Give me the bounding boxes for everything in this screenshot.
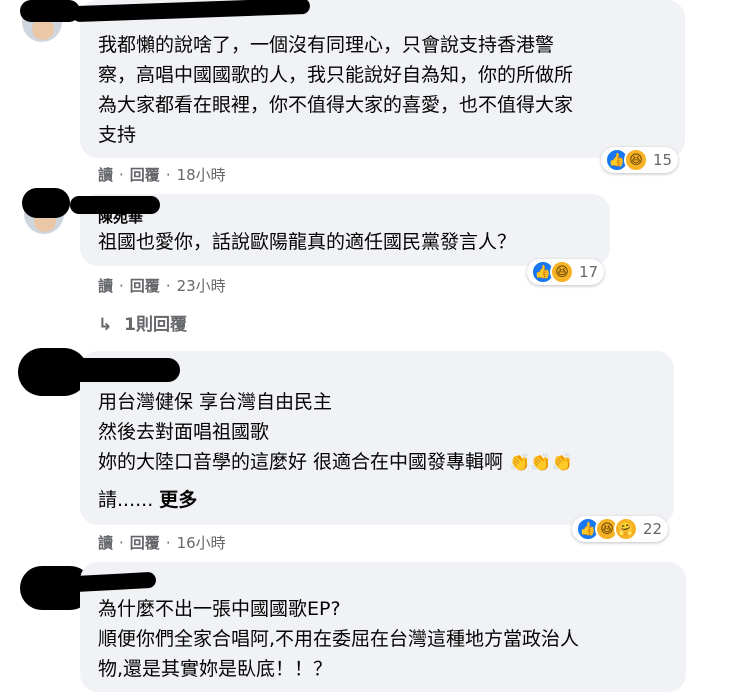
reaction-count: 22 xyxy=(643,520,663,538)
comment-actions: 讀 · 回覆 · 23小時 xyxy=(98,275,226,296)
comment-text-line: 察，高唱中國國歌的人，我只能說好自為知，你的所做所 xyxy=(98,64,574,86)
comment-text-line: 請...... 更多 xyxy=(98,485,197,515)
comment-text-line: 妳的大陸口音學的這麼好 很適合在中國發專輯啊 👏👏👏 xyxy=(98,447,573,478)
redaction-mark xyxy=(60,358,180,382)
comment-text-line: 物,還是其實妳是臥底！！？ xyxy=(98,658,333,680)
reaction-summary[interactable]: 👍 😆 15 xyxy=(601,147,679,173)
care-icon: 🤗 xyxy=(614,517,638,541)
separator: · xyxy=(119,277,124,295)
comment-text-line: 我都懶的說啥了，一個沒有同理心，只會說支持香港警 xyxy=(98,34,555,56)
clap-icon: 👏 xyxy=(551,453,573,473)
separator: · xyxy=(165,166,171,184)
separator: · xyxy=(119,534,124,552)
comment-text-line: 為什麼不出一張中國國歌EP? xyxy=(98,598,341,620)
clap-icon: 👏 xyxy=(509,453,531,473)
timestamp[interactable]: 16小時 xyxy=(177,534,226,552)
comment-text-line: 然後去對面唱祖國歌 xyxy=(98,421,270,443)
clap-icon: 👏 xyxy=(530,453,552,473)
comment-actions: 讀 · 回覆 · 16小時 xyxy=(98,532,226,553)
haha-icon: 😆 xyxy=(550,260,574,284)
reaction-summary[interactable]: 👍 😆 🤗 22 xyxy=(572,516,669,542)
reply-button[interactable]: 回覆 xyxy=(130,166,160,184)
read-button[interactable]: 讀 xyxy=(98,534,113,552)
reaction-count: 17 xyxy=(579,263,599,281)
view-replies-link[interactable]: ↳ 1則回覆 xyxy=(98,310,187,335)
comment-text-line: 祖國也愛你，話說歐陽龍真的適任國民黨發言人？ xyxy=(98,231,517,253)
comment-text-line: 用台灣健保 享台灣自由民主 xyxy=(98,391,333,413)
comment-actions: 讀 · 回覆 · 18小時 xyxy=(98,164,226,185)
comment-text-line: 順便你們全家合唱阿,不用在委屈在台灣這種地方當政治人 xyxy=(98,628,580,650)
reply-button[interactable]: 回覆 xyxy=(130,534,160,552)
see-more-link[interactable]: 更多 xyxy=(159,489,197,511)
comment-text: 妳的大陸口音學的這麼好 很適合在中國發專輯啊 xyxy=(98,451,504,473)
haha-icon: 😆 xyxy=(624,148,648,172)
read-button[interactable]: 讀 xyxy=(98,277,113,295)
reply-button[interactable]: 回覆 xyxy=(130,277,160,295)
redaction-mark xyxy=(22,188,70,218)
reaction-summary[interactable]: 👍 😆 17 xyxy=(527,259,605,285)
separator: · xyxy=(119,166,124,184)
comment-text-line: 為大家都看在眼裡，你不值得大家的喜愛，也不值得大家 xyxy=(98,94,574,116)
truncated-text: 請...... xyxy=(98,489,154,511)
redaction-mark xyxy=(70,196,160,214)
separator: · xyxy=(165,277,171,295)
timestamp[interactable]: 18小時 xyxy=(177,166,226,184)
reaction-count: 15 xyxy=(653,151,673,169)
timestamp[interactable]: 23小時 xyxy=(177,277,226,295)
comment-text-line: 支持 xyxy=(98,124,137,146)
reply-arrow-icon: ↳ xyxy=(98,315,113,335)
read-button[interactable]: 讀 xyxy=(98,166,113,184)
separator: · xyxy=(165,534,171,552)
replies-count-label: 1則回覆 xyxy=(124,315,188,335)
redaction-mark xyxy=(20,0,80,22)
